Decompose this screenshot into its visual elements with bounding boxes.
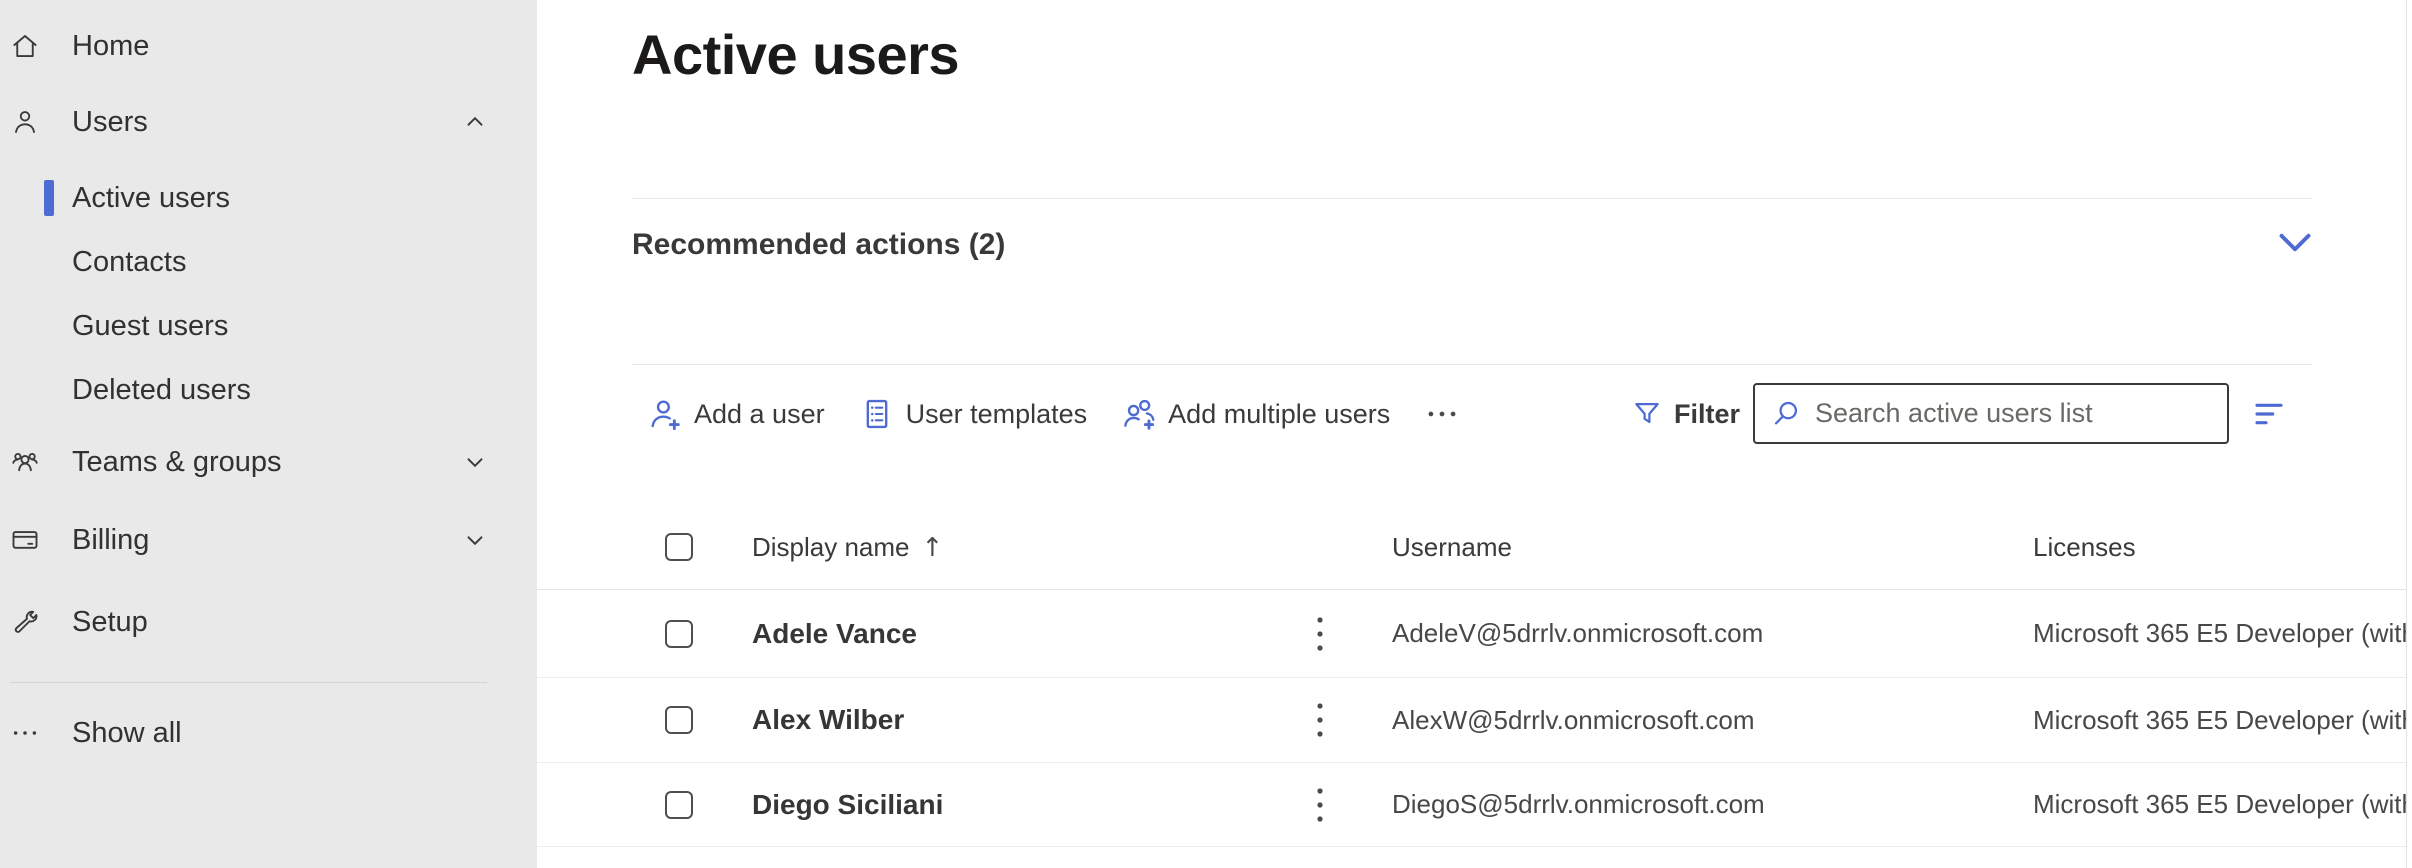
ellipsis-icon (10, 718, 40, 748)
sidebar-item-users[interactable]: Users (0, 90, 537, 154)
display-name-cell[interactable]: Adele Vance (752, 590, 917, 677)
chevron-up-icon (462, 109, 488, 135)
billing-card-icon (10, 525, 40, 555)
chevron-down-icon (2277, 229, 2313, 259)
vertical-ellipsis-icon (1315, 612, 1325, 656)
sidebar-item-label: Active users (72, 182, 230, 215)
funnel-icon (1630, 397, 1664, 431)
display-name-cell[interactable]: Alex Wilber (752, 678, 904, 762)
main-content: Active users Recommended actions (2) Add… (537, 0, 2412, 868)
row-checkbox[interactable] (665, 791, 693, 819)
sidebar-item-label: Setup (72, 606, 148, 639)
wrench-icon (10, 607, 40, 637)
recommended-actions-heading: Recommended actions (2) (632, 228, 1005, 262)
search-input[interactable] (1815, 398, 2215, 429)
row-checkbox[interactable] (665, 706, 693, 734)
sidebar-item-active-users[interactable]: Active users (0, 166, 537, 230)
button-label: User templates (906, 399, 1088, 430)
recommended-actions-expand-button[interactable] (2275, 224, 2315, 264)
table-header-row: Display name ↑ Username Licenses (537, 505, 2406, 590)
licenses-cell: Microsoft 365 E5 Developer (withou (2033, 678, 2406, 762)
username-cell: DiegoS@5drrlv.onmicrosoft.com (1392, 763, 1765, 846)
home-icon (10, 31, 40, 61)
sidebar-item-show-all[interactable]: Show all (0, 701, 537, 765)
add-a-user-button[interactable]: Add a user (646, 395, 825, 433)
column-header-label: Display name (752, 532, 910, 563)
sort-results-button[interactable] (2249, 394, 2289, 434)
template-list-icon (858, 395, 896, 433)
sidebar-item-guest-users[interactable]: Guest users (0, 294, 537, 358)
sort-ascending-icon: ↑ (922, 533, 944, 563)
display-name-cell[interactable]: Diego Siciliani (752, 763, 943, 846)
licenses-cell: Microsoft 365 E5 Developer (withou (2033, 763, 2406, 846)
column-header-label: Username (1392, 532, 1512, 563)
person-add-icon (646, 395, 684, 433)
sidebar-divider (10, 682, 487, 683)
column-header-display-name[interactable]: Display name ↑ (752, 505, 943, 590)
sidebar-item-deleted-users[interactable]: Deleted users (0, 358, 537, 422)
selected-indicator (44, 180, 54, 216)
table-row[interactable]: Alex Wilber AlexW@5drrlv.onmicrosoft.com… (537, 678, 2406, 763)
section-divider (632, 198, 2312, 199)
sidebar-item-teams-groups[interactable]: Teams & groups (0, 430, 537, 494)
table-row[interactable]: Diego Siciliani DiegoS@5drrlv.onmicrosof… (537, 763, 2406, 847)
page-title: Active users (632, 22, 959, 87)
button-label: Add a user (694, 399, 825, 430)
select-all-checkbox[interactable] (665, 533, 693, 561)
column-header-username[interactable]: Username (1392, 505, 1512, 590)
people-icon (10, 447, 40, 477)
sidebar-item-billing[interactable]: Billing (0, 508, 537, 572)
sidebar-item-label: Teams & groups (72, 446, 282, 479)
username-cell: AdeleV@5drrlv.onmicrosoft.com (1392, 590, 1763, 677)
username-cell: AlexW@5drrlv.onmicrosoft.com (1392, 678, 1755, 762)
sidebar-item-home[interactable]: Home (0, 14, 537, 78)
command-bar-left: Add a user User templates (646, 382, 1461, 446)
scrollbar-gutter[interactable] (2406, 0, 2407, 868)
sidebar-item-label: Deleted users (72, 374, 251, 407)
table-row[interactable]: Adele Vance AdeleV@5drrlv.onmicrosoft.co… (537, 590, 2406, 678)
vertical-ellipsis-icon (1315, 698, 1325, 742)
section-divider (632, 364, 2312, 365)
sidebar-item-label: Contacts (72, 246, 186, 279)
vertical-ellipsis-icon (1315, 783, 1325, 827)
row-more-actions-button[interactable] (1306, 763, 1334, 846)
sidebar-item-label: Home (72, 30, 149, 63)
sidebar-item-label: Users (72, 106, 148, 139)
user-templates-button[interactable]: User templates (858, 395, 1088, 433)
search-box (1753, 383, 2229, 444)
sidebar-item-label: Guest users (72, 310, 228, 343)
column-header-label: Licenses (2033, 532, 2136, 563)
sidebar-item-label: Show all (72, 717, 182, 750)
row-more-actions-button[interactable] (1306, 678, 1334, 762)
chevron-down-icon (462, 449, 488, 475)
chevron-down-icon (462, 527, 488, 553)
row-checkbox[interactable] (665, 620, 693, 648)
sort-lines-icon (2251, 396, 2287, 432)
sidebar-item-contacts[interactable]: Contacts (0, 230, 537, 294)
filter-button[interactable]: Filter (1630, 382, 1740, 446)
button-label: Add multiple users (1168, 399, 1390, 430)
add-multiple-users-button[interactable]: Add multiple users (1120, 395, 1390, 433)
filter-label: Filter (1674, 399, 1740, 430)
row-more-actions-button[interactable] (1306, 590, 1334, 677)
more-commands-button[interactable] (1423, 395, 1461, 433)
command-bar: Add a user User templates (537, 382, 2412, 446)
column-header-licenses[interactable]: Licenses (2033, 505, 2136, 590)
sidebar-item-setup[interactable]: Setup (0, 590, 537, 654)
person-icon (10, 107, 40, 137)
search-icon (1769, 397, 1803, 431)
user-list: Adele Vance AdeleV@5drrlv.onmicrosoft.co… (537, 590, 2406, 847)
overflow-ellipsis-icon (1423, 395, 1461, 433)
sidebar-nav: Home Users Active users Contacts Guest u… (0, 0, 537, 868)
people-add-icon (1120, 395, 1158, 433)
sidebar-item-label: Billing (72, 524, 149, 557)
licenses-cell: Microsoft 365 E5 Developer (withou (2033, 590, 2406, 677)
